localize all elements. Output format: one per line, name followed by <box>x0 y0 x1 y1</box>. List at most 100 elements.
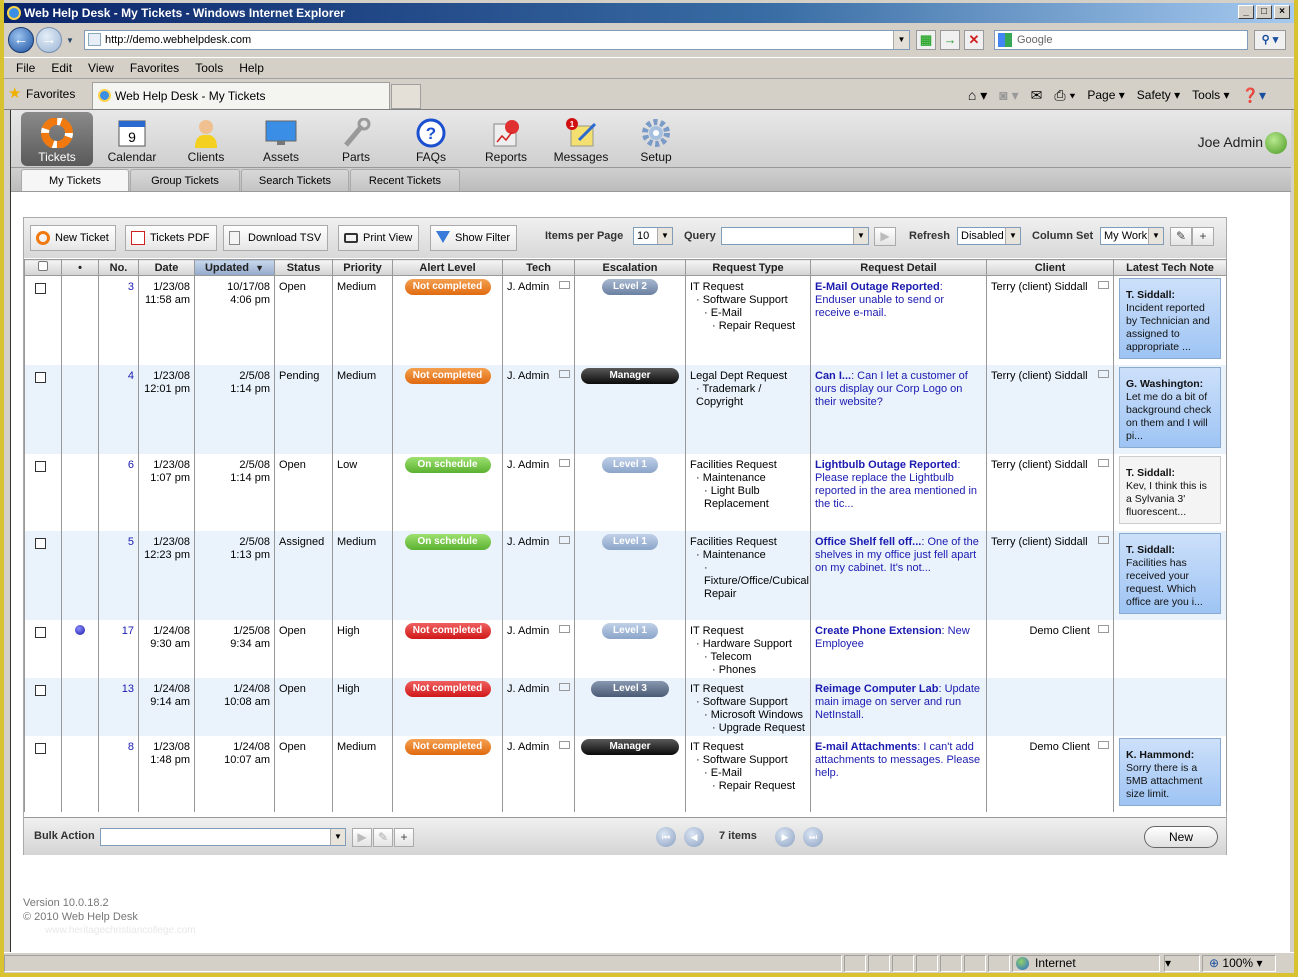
email-icon[interactable] <box>559 740 570 749</box>
row-checkbox[interactable] <box>35 742 46 754</box>
refresh-select[interactable]: Disabled ▼ <box>957 227 1021 245</box>
ticket-number[interactable]: 17 <box>98 619 139 678</box>
protected-mode-icon[interactable] <box>988 955 1010 972</box>
request-detail-cell[interactable]: E-Mail Outage Reported: Enduser unable t… <box>810 275 987 365</box>
table-row[interactable]: 17 1/24/08 9:30 am 1/25/08 9:34 am Open High No… <box>24 619 1227 678</box>
url-dropdown[interactable]: ▼ <box>893 31 909 49</box>
select-all-header[interactable] <box>24 259 62 276</box>
ticket-number[interactable]: 5 <box>98 530 139 620</box>
col-updated[interactable]: Updated ▼ <box>194 259 275 276</box>
prev-page-button[interactable]: ◀ <box>684 827 704 847</box>
col-no[interactable]: No. <box>98 259 139 276</box>
row-checkbox[interactable] <box>35 626 46 638</box>
table-row[interactable]: 5 1/23/08 12:23 pm 2/5/08 1:13 pm Assigned Med… <box>24 530 1227 620</box>
email-icon[interactable] <box>559 682 570 691</box>
minimize-button[interactable]: _ <box>1238 5 1254 19</box>
row-checkbox[interactable] <box>35 371 46 383</box>
menu-cmd-tools[interactable]: Tools ▾ <box>1192 86 1229 104</box>
nav-faqs[interactable]: ? FAQs <box>395 112 467 166</box>
mail-icon[interactable]: ✉ <box>1031 86 1043 104</box>
detail-title[interactable]: Create Phone Extension <box>815 625 942 637</box>
ticket-number[interactable]: 3 <box>98 275 139 365</box>
ticket-number[interactable]: 13 <box>98 677 139 736</box>
bulk-add-button[interactable]: + <box>394 828 414 847</box>
email-icon[interactable] <box>1098 281 1109 289</box>
email-icon[interactable] <box>1098 740 1109 749</box>
query-select[interactable]: ▼ <box>721 227 869 245</box>
edit-column-set-button[interactable]: ✎ <box>1170 227 1192 246</box>
download-tsv-button[interactable]: Download TSV <box>223 225 329 251</box>
bulk-action-select[interactable]: ▼ <box>100 828 346 846</box>
favorites-button[interactable]: ★ Favorites <box>8 85 75 103</box>
subtab-my-tickets[interactable]: My Tickets <box>21 169 129 191</box>
feeds-icon[interactable]: ◙ ▾ <box>999 86 1018 104</box>
ticket-number[interactable]: 8 <box>98 735 139 812</box>
close-button[interactable]: × <box>1274 5 1290 19</box>
ticket-number[interactable]: 4 <box>98 364 139 454</box>
history-dropdown[interactable]: ▼ <box>66 36 74 45</box>
detail-title[interactable]: E-mail Attachments <box>815 741 917 753</box>
col-date[interactable]: Date <box>138 259 195 276</box>
nav-reports[interactable]: Reports <box>470 112 542 166</box>
run-query-button[interactable]: ▶ <box>874 227 896 246</box>
select-all-checkbox[interactable] <box>38 261 48 271</box>
add-column-set-button[interactable]: + <box>1192 227 1214 246</box>
tech-note[interactable]: T. Siddall: Facilities has received your … <box>1119 532 1221 614</box>
table-row[interactable]: 4 1/23/08 12:01 pm 2/5/08 1:14 pm Pending Medi… <box>24 364 1227 454</box>
detail-title[interactable]: E-Mail Outage Reported <box>815 281 940 293</box>
last-page-button[interactable]: ⏭ <box>803 827 823 847</box>
tickets-pdf-button[interactable]: Tickets PDF <box>125 225 217 251</box>
nav-calendar[interactable]: 9 Calendar <box>96 112 168 166</box>
print-view-button[interactable]: Print View <box>338 225 420 251</box>
client-name[interactable]: Terry (client) Siddall <box>991 459 1088 472</box>
menu-tools[interactable]: Tools <box>187 58 231 78</box>
col-priority[interactable]: Priority <box>332 259 393 276</box>
table-row[interactable]: 8 1/23/08 1:48 pm 1/24/08 10:07 am Open Medium… <box>24 735 1227 812</box>
col-alert-level[interactable]: Alert Level <box>392 259 503 276</box>
go-button[interactable]: → <box>940 30 960 50</box>
email-icon[interactable] <box>1098 458 1109 467</box>
nav-tickets[interactable]: Tickets <box>21 112 93 166</box>
email-icon[interactable] <box>559 281 570 289</box>
request-detail-cell[interactable]: Can I...: Can I let a customer of ours d… <box>810 364 987 454</box>
new-tab-button[interactable] <box>391 84 421 109</box>
tech-note[interactable]: T. Siddall: Kev, I think this is a Sylva… <box>1119 455 1221 524</box>
email-icon[interactable] <box>559 535 570 544</box>
detail-title[interactable]: Can I... <box>815 370 851 382</box>
client-name[interactable]: Demo Client <box>1029 741 1090 754</box>
menu-favorites[interactable]: Favorites <box>122 58 187 78</box>
row-checkbox[interactable] <box>35 537 46 549</box>
col-status[interactable]: Status <box>274 259 333 276</box>
col-request-type[interactable]: Request Type <box>685 259 811 276</box>
detail-title[interactable]: Lightbulb Outage Reported <box>815 459 957 471</box>
search-button[interactable]: ⚲ ▾ <box>1254 30 1286 50</box>
email-icon[interactable] <box>559 624 570 633</box>
nav-clients[interactable]: Clients <box>170 112 242 166</box>
request-detail-cell[interactable]: Office Shelf fell off...: One of the she… <box>810 530 987 620</box>
new-ticket-button[interactable]: New Ticket <box>30 225 116 251</box>
browser-tab[interactable]: Web Help Desk - My Tickets <box>92 82 390 109</box>
maximize-button[interactable]: □ <box>1256 5 1272 19</box>
request-detail-cell[interactable]: Lightbulb Outage Reported: Please replac… <box>810 453 987 531</box>
table-row[interactable]: 6 1/23/08 1:07 pm 2/5/08 1:14 pm Open Low On sc… <box>24 453 1227 531</box>
row-checkbox[interactable] <box>35 684 46 696</box>
tech-note[interactable]: T. Siddall: Incident reported by Technici… <box>1119 278 1221 359</box>
new-button[interactable]: New <box>1144 826 1218 848</box>
client-name[interactable]: Terry (client) Siddall <box>991 370 1088 383</box>
nav-parts[interactable]: Parts <box>320 112 392 166</box>
show-filter-button[interactable]: Show Filter <box>430 225 518 251</box>
nav-setup[interactable]: Setup <box>620 112 692 166</box>
ticket-number[interactable]: 6 <box>98 453 139 531</box>
column-set-select[interactable]: My Work ▼ <box>1100 227 1164 245</box>
col-dot[interactable]: • <box>61 259 99 276</box>
table-row[interactable]: 13 1/24/08 9:14 am 1/24/08 10:08 am Open High N… <box>24 677 1227 736</box>
back-button[interactable]: ← <box>8 27 34 53</box>
subtab-group-tickets[interactable]: Group Tickets <box>130 169 240 191</box>
subtab-search-tickets[interactable]: Search Tickets <box>241 169 349 191</box>
menu-safety[interactable]: Safety ▾ <box>1137 86 1180 104</box>
col-tech[interactable]: Tech <box>502 259 575 276</box>
email-icon[interactable] <box>1098 535 1109 544</box>
request-detail-cell[interactable]: Reimage Computer Lab: Update main image … <box>810 677 987 736</box>
email-icon[interactable] <box>1098 369 1109 378</box>
request-detail-cell[interactable]: Create Phone Extension: New Employee <box>810 619 987 678</box>
